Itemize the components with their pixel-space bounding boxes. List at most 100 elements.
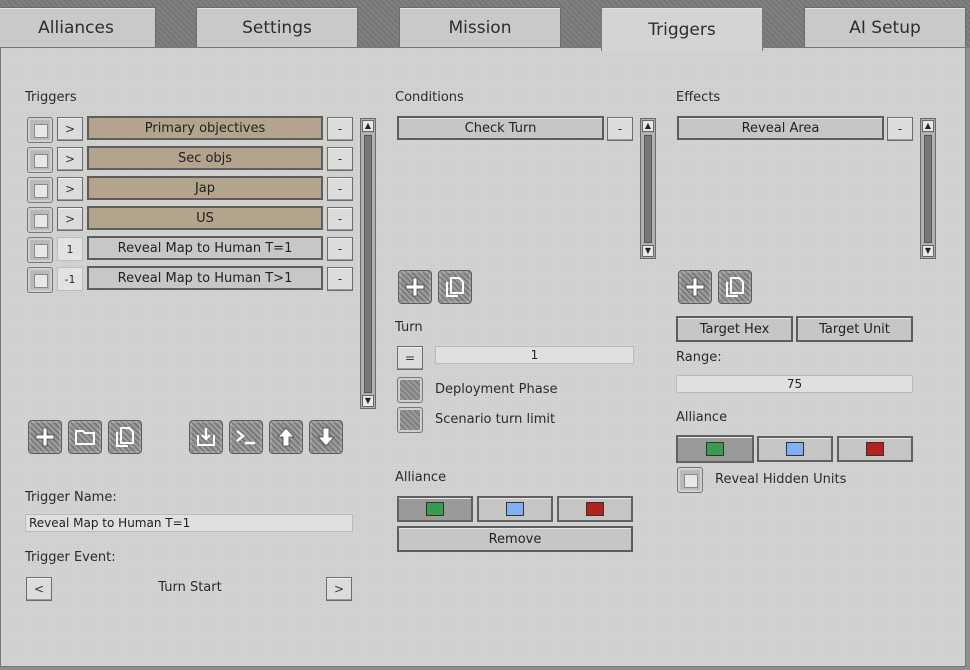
conditions-scrollbar[interactable]: ▲ ▼ — [640, 118, 656, 259]
copy-icon — [726, 277, 744, 297]
add-effect-button[interactable] — [678, 270, 712, 304]
condition-alliance-label: Alliance — [395, 470, 447, 485]
event-next-button[interactable]: > — [326, 577, 352, 601]
trigger-order-number: -1 — [57, 267, 83, 291]
plus-icon — [405, 277, 425, 297]
copy-effect-button[interactable] — [718, 270, 752, 304]
effect-item[interactable]: Reveal Area — [677, 116, 884, 140]
event-prev-button[interactable]: < — [26, 577, 52, 601]
scroll-down-icon[interactable]: ▼ — [922, 245, 934, 257]
green-swatch — [426, 502, 444, 516]
range-input[interactable]: 75 — [676, 375, 913, 393]
trigger-remove-button[interactable]: - — [327, 237, 353, 261]
deployment-phase-checkbox[interactable] — [397, 377, 423, 403]
import-trigger-button[interactable] — [189, 420, 223, 454]
trigger-remove-button[interactable]: - — [327, 117, 353, 141]
condition-item[interactable]: Check Turn — [397, 116, 604, 140]
blue-swatch — [506, 502, 524, 516]
trigger-item[interactable]: Reveal Map to Human T=1 — [87, 236, 323, 260]
tab-triggers[interactable]: Triggers — [601, 7, 763, 51]
effect-alliance-red[interactable] — [837, 436, 913, 462]
console-icon — [236, 430, 255, 445]
arrow-up-icon — [277, 427, 295, 447]
trigger-expand-button[interactable]: > — [57, 207, 83, 231]
copy-icon — [446, 277, 464, 297]
trigger-item[interactable]: US — [87, 206, 323, 230]
scrollbar-thumb[interactable] — [644, 135, 652, 243]
plus-icon — [35, 427, 55, 447]
trigger-checkbox[interactable] — [27, 267, 53, 293]
tab-bar: Alliances Settings Mission Triggers AI S… — [0, 0, 970, 51]
trigger-item[interactable]: Sec objs — [87, 146, 323, 170]
open-folder-button[interactable] — [68, 420, 102, 454]
trigger-name-input[interactable]: Reveal Map to Human T=1 — [25, 514, 353, 532]
effects-scrollbar[interactable]: ▲ ▼ — [920, 118, 936, 259]
trigger-expand-button[interactable]: > — [57, 147, 83, 171]
scenario-turn-limit-label: Scenario turn limit — [435, 412, 556, 427]
reveal-hidden-units-label: Reveal Hidden Units — [715, 472, 847, 487]
condition-remove-button[interactable]: - — [607, 117, 633, 141]
plus-icon — [685, 277, 705, 297]
scroll-up-icon[interactable]: ▲ — [362, 120, 374, 132]
scroll-up-icon[interactable]: ▲ — [922, 120, 934, 132]
blue-swatch — [786, 442, 804, 456]
trigger-event-label: Trigger Event: — [25, 550, 116, 565]
trigger-item[interactable]: Primary objectives — [87, 116, 323, 140]
turn-operator-button[interactable]: = — [397, 346, 423, 370]
scrollbar-thumb[interactable] — [924, 135, 932, 243]
console-button[interactable] — [229, 420, 263, 454]
deployment-phase-label: Deployment Phase — [435, 382, 558, 397]
trigger-event-value: Turn Start — [158, 580, 222, 595]
trigger-order-number: 1 — [57, 237, 83, 261]
scroll-down-icon[interactable]: ▼ — [362, 395, 374, 407]
effect-alliance-green[interactable] — [676, 435, 754, 463]
scroll-down-icon[interactable]: ▼ — [642, 245, 654, 257]
condition-alliance-blue[interactable] — [477, 496, 553, 522]
copy-condition-button[interactable] — [438, 270, 472, 304]
remove-condition-button[interactable]: Remove — [397, 526, 633, 552]
triggers-scrollbar[interactable]: ▲ ▼ — [360, 118, 376, 409]
effect-remove-button[interactable]: - — [887, 117, 913, 141]
effect-alliance-label: Alliance — [676, 410, 728, 425]
copy-trigger-button[interactable] — [108, 420, 142, 454]
import-icon — [197, 428, 215, 446]
triggers-heading: Triggers — [25, 90, 77, 105]
target-hex-button[interactable]: Target Hex — [676, 316, 793, 342]
effect-alliance-blue[interactable] — [757, 436, 833, 462]
tab-mission[interactable]: Mission — [399, 7, 561, 47]
move-down-button[interactable] — [309, 420, 343, 454]
trigger-checkbox[interactable] — [27, 207, 53, 233]
trigger-checkbox[interactable] — [27, 147, 53, 173]
scrollbar-thumb[interactable] — [364, 135, 372, 393]
trigger-item[interactable]: Jap — [87, 176, 323, 200]
tab-alliances[interactable]: Alliances — [0, 7, 156, 47]
scroll-up-icon[interactable]: ▲ — [642, 120, 654, 132]
add-condition-button[interactable] — [398, 270, 432, 304]
trigger-item[interactable]: Reveal Map to Human T>1 — [87, 266, 323, 290]
trigger-remove-button[interactable]: - — [327, 177, 353, 201]
turn-value-input[interactable]: 1 — [435, 346, 634, 364]
red-swatch — [866, 442, 884, 456]
trigger-expand-button[interactable]: > — [57, 117, 83, 141]
trigger-expand-button[interactable]: > — [57, 177, 83, 201]
move-up-button[interactable] — [269, 420, 303, 454]
trigger-checkbox[interactable] — [27, 177, 53, 203]
tab-ai-setup[interactable]: AI Setup — [804, 7, 966, 47]
tab-settings[interactable]: Settings — [196, 7, 358, 47]
add-trigger-button[interactable] — [28, 420, 62, 454]
trigger-checkbox[interactable] — [27, 237, 53, 263]
condition-alliance-red[interactable] — [557, 496, 633, 522]
trigger-remove-button[interactable]: - — [327, 147, 353, 171]
scenario-turn-limit-checkbox[interactable] — [397, 407, 423, 433]
effects-heading: Effects — [676, 90, 721, 105]
turn-label: Turn — [395, 320, 423, 335]
folder-icon — [75, 430, 95, 445]
copy-icon — [116, 427, 134, 447]
green-swatch — [706, 442, 724, 456]
trigger-remove-button[interactable]: - — [327, 207, 353, 231]
condition-alliance-green[interactable] — [397, 496, 473, 522]
reveal-hidden-units-checkbox[interactable] — [677, 467, 703, 493]
target-unit-button[interactable]: Target Unit — [796, 316, 913, 342]
trigger-remove-button[interactable]: - — [327, 267, 353, 291]
trigger-checkbox[interactable] — [27, 117, 53, 143]
